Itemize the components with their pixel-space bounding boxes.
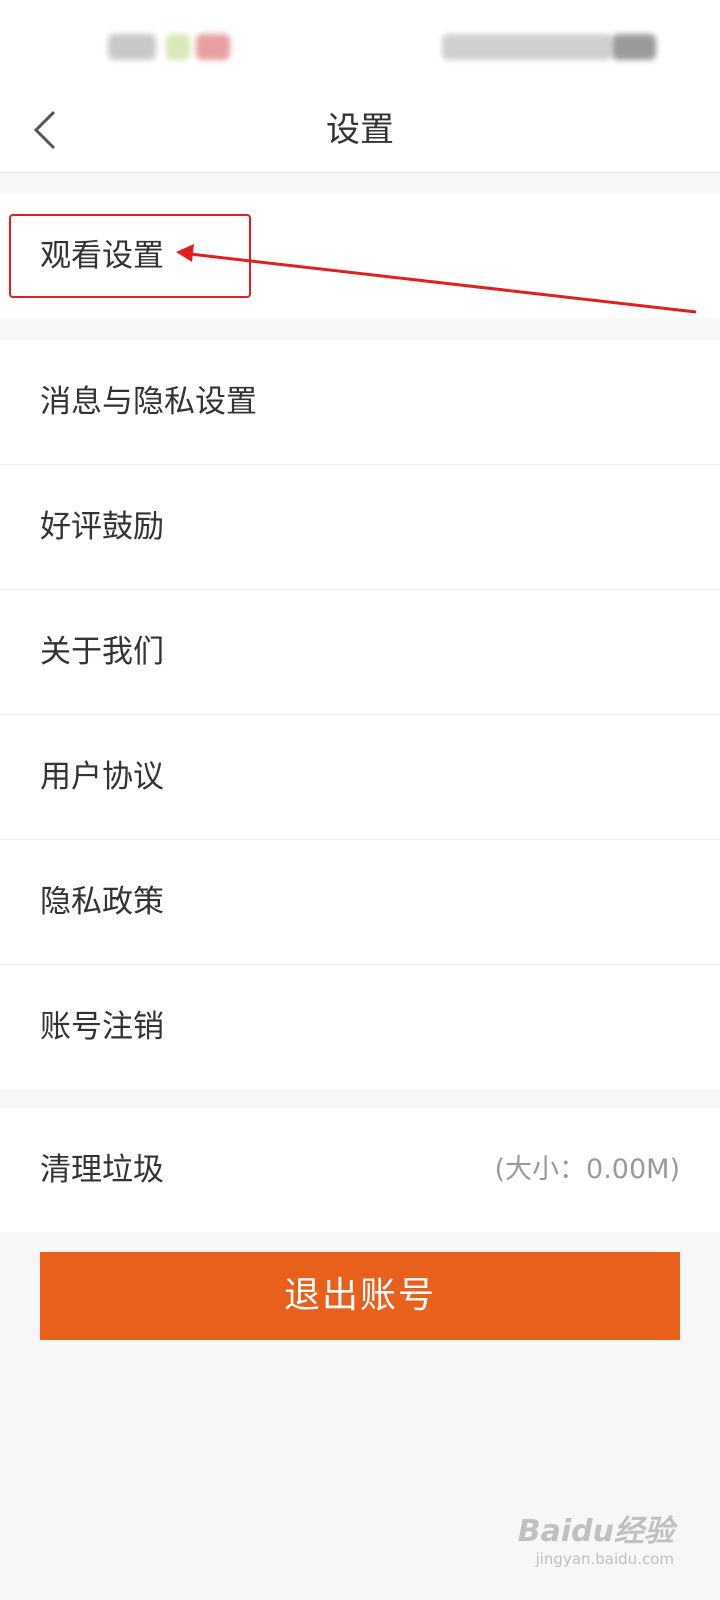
settings-item-label: 清理垃圾 <box>40 1152 164 1188</box>
settings-item-label: 好评鼓励 <box>40 509 164 545</box>
watermark-logo: Baidu经验 <box>517 1514 674 1549</box>
logout-button[interactable]: 退出账号 <box>40 1252 680 1340</box>
settings-item-message-privacy[interactable]: 消息与隐私设置 <box>0 340 720 465</box>
annotation-arrow-icon <box>176 244 697 314</box>
settings-item-user-agreement[interactable]: 用户协议 <box>0 715 720 840</box>
settings-group-2: 消息与隐私设置 好评鼓励 关于我们 用户协议 隐私政策 账号注销 <box>0 340 720 1089</box>
settings-item-account-cancellation[interactable]: 账号注销 <box>0 965 720 1089</box>
watermark: Baidu经验 jingyan.baidu.com <box>518 1506 674 1568</box>
settings-item-label: 关于我们 <box>40 634 164 670</box>
settings-item-label: 用户协议 <box>40 759 164 795</box>
settings-item-clear-cache[interactable]: 清理垃圾 (大小：0.00M) <box>0 1108 720 1232</box>
settings-item-good-review[interactable]: 好评鼓励 <box>0 465 720 590</box>
settings-item-label: 隐私政策 <box>40 884 164 920</box>
settings-group-3: 清理垃圾 (大小：0.00M) <box>0 1108 720 1232</box>
settings-item-label: 消息与隐私设置 <box>40 384 257 420</box>
settings-item-privacy-policy[interactable]: 隐私政策 <box>0 840 720 965</box>
watermark-url: jingyan.baidu.com <box>535 1550 674 1568</box>
settings-item-about-us[interactable]: 关于我们 <box>0 590 720 715</box>
settings-item-label: 账号注销 <box>40 1009 164 1045</box>
cache-size-value: (大小：0.00M) <box>494 1154 680 1185</box>
